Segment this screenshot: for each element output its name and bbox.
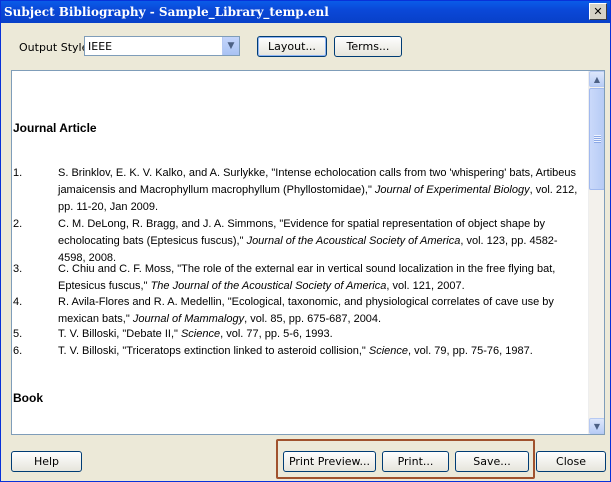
print-preview-button[interactable]: Print Preview... xyxy=(283,451,376,472)
title-bar[interactable]: Subject Bibliography - Sample_Library_te… xyxy=(1,1,610,23)
window-title: Subject Bibliography - Sample_Library_te… xyxy=(4,5,329,19)
reference-number: 3. xyxy=(13,263,23,275)
reference-text: C. M. DeLong, R. Bragg, and J. A. Simmon… xyxy=(58,218,558,264)
bibliography-preview[interactable]: Journal Article 1. S. Brinklov, E. K. V.… xyxy=(11,70,605,435)
grip-icon xyxy=(594,135,601,143)
reference-text: R. Avila-Flores and R. A. Medellin, "Eco… xyxy=(58,296,554,325)
reference-text: T. V. Billoski, "Triceratops extinction … xyxy=(58,345,533,357)
scroll-down-icon[interactable]: ▼ xyxy=(589,418,604,434)
chevron-down-icon[interactable]: ▼ xyxy=(222,37,239,55)
reference-text: S. Brinklov, E. K. V. Kalko, and A. Surl… xyxy=(58,167,578,213)
reference-text: C. Chiu and C. F. Moss, "The role of the… xyxy=(58,263,556,292)
journal-article-heading: Journal Article xyxy=(13,121,97,135)
output-style-select[interactable]: IEEE ▼ xyxy=(84,36,240,56)
print-button[interactable]: Print... xyxy=(382,451,449,472)
subject-bibliography-window: Subject Bibliography - Sample_Library_te… xyxy=(0,0,611,482)
book-heading: Book xyxy=(13,391,43,405)
toolbar: Output Style: IEEE ▼ Layout... Terms... xyxy=(1,23,610,67)
reference-number: 2. xyxy=(13,218,23,230)
reference-number: 5. xyxy=(13,328,23,340)
help-button[interactable]: Help xyxy=(11,451,82,472)
close-button[interactable]: Close xyxy=(536,451,606,472)
reference-number: 1. xyxy=(13,167,23,179)
scroll-thumb[interactable] xyxy=(589,88,604,190)
reference-number: 6. xyxy=(13,345,23,357)
bibliography-content: Journal Article 1. S. Brinklov, E. K. V.… xyxy=(12,71,590,434)
save-button[interactable]: Save... xyxy=(455,451,529,472)
reference-text: T. V. Billoski, "Debate II," Science, vo… xyxy=(58,328,333,340)
title-close-button[interactable]: ✕ xyxy=(589,3,607,20)
output-style-value: IEEE xyxy=(88,39,113,53)
output-style-label: Output Style: xyxy=(19,41,93,54)
layout-button[interactable]: Layout... xyxy=(257,36,327,57)
terms-button[interactable]: Terms... xyxy=(334,36,402,57)
scroll-up-icon[interactable]: ▲ xyxy=(589,71,604,87)
vertical-scrollbar[interactable]: ▲ ▼ xyxy=(588,71,604,434)
reference-number: 4. xyxy=(13,296,23,308)
